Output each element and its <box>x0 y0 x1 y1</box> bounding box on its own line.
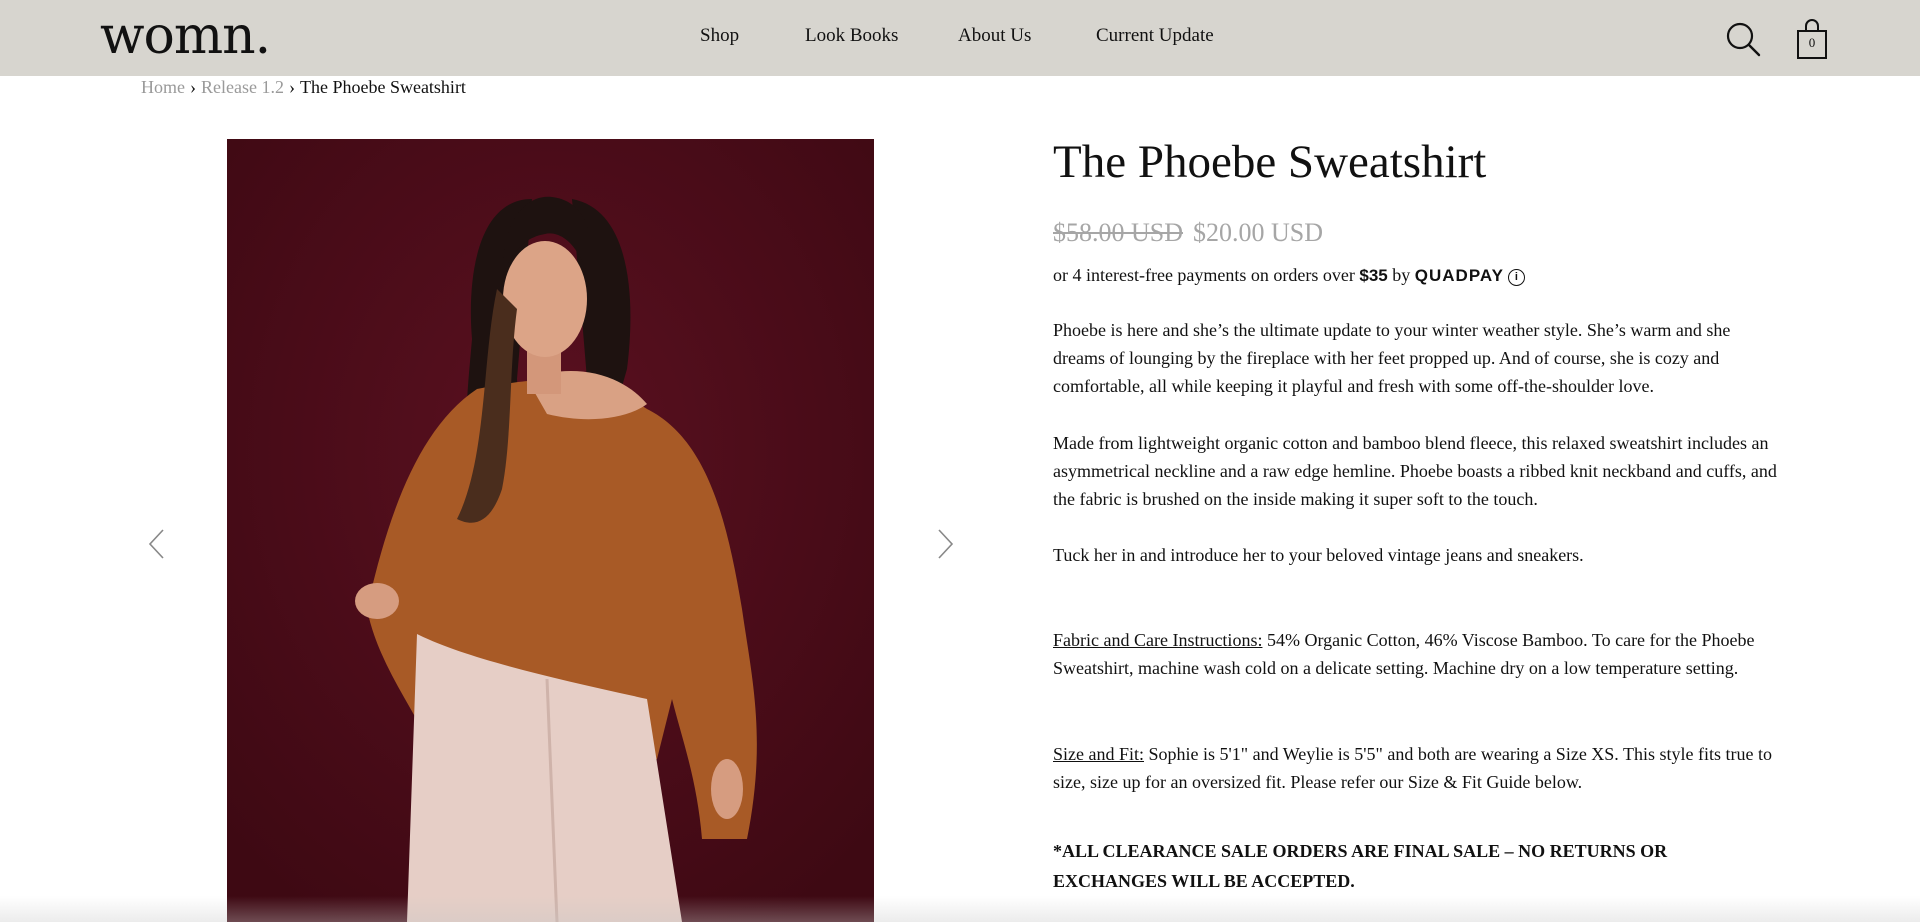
quadpay-message: or 4 interest-free payments on orders ov… <box>1053 265 1525 286</box>
chevron-left-icon <box>148 529 164 559</box>
cart-button[interactable]: 0 <box>1795 18 1829 60</box>
size-and-fit: Size and Fit: Sophie is 5'1" and Weylie … <box>1053 740 1783 796</box>
nav-current-update[interactable]: Current Update <box>1096 25 1214 47</box>
quadpay-text: or 4 interest-free payments on orders ov… <box>1053 265 1355 285</box>
description-paragraph: Tuck her in and introduce her to your be… <box>1053 545 1584 565</box>
site-header: womn. Shop Look Books About Us Current U… <box>0 0 1920 76</box>
gallery-prev-button[interactable] <box>146 528 168 560</box>
product-title: The Phoebe Sweatshirt <box>1053 136 1487 188</box>
breadcrumb-separator: › <box>288 77 295 97</box>
breadcrumb-home[interactable]: Home <box>141 77 185 97</box>
search-icon[interactable] <box>1724 20 1762 58</box>
nav-about-us[interactable]: About Us <box>958 25 1031 47</box>
original-price: $58.00 USD <box>1053 218 1184 247</box>
cart-count: 0 <box>1808 35 1816 50</box>
description-paragraph: Made from lightweight organic cotton and… <box>1053 433 1777 509</box>
fit-text: Sophie is 5'1" and Weylie is 5'5" and bo… <box>1053 744 1772 792</box>
quadpay-amount: $35 <box>1359 266 1388 285</box>
nav-shop[interactable]: Shop <box>700 25 739 47</box>
description-paragraph: Phoebe is here and she’s the ultimate up… <box>1053 320 1731 396</box>
care-instructions: Fabric and Care Instructions: 54% Organi… <box>1053 626 1783 682</box>
gallery-next-button[interactable] <box>934 528 956 560</box>
quadpay-by: by <box>1392 265 1411 285</box>
quadpay-logo: QUADPAY <box>1414 266 1504 285</box>
care-label: Fabric and Care Instructions: <box>1053 630 1263 650</box>
breadcrumb: Home › Release 1.2 › The Phoebe Sweatshirt <box>141 77 466 98</box>
fit-label: Size and Fit: <box>1053 744 1144 764</box>
breadcrumb-separator: › <box>190 77 196 97</box>
breadcrumb-collection[interactable]: Release 1.2 <box>201 77 284 97</box>
main-nav: Shop Look Books About Us Current Update <box>0 0 1920 76</box>
final-sale-notice: *ALL CLEARANCE SALE ORDERS ARE FINAL SAL… <box>1053 841 1668 891</box>
sale-price: $20.00 USD <box>1193 218 1324 247</box>
product-photo <box>227 139 874 922</box>
breadcrumb-current: The Phoebe Sweatshirt <box>299 77 466 97</box>
info-icon[interactable]: i <box>1507 269 1525 286</box>
nav-look-books[interactable]: Look Books <box>805 25 898 47</box>
price-row: $58.00 USD $20.00 USD <box>1053 218 1323 248</box>
chevron-right-icon <box>938 529 954 559</box>
